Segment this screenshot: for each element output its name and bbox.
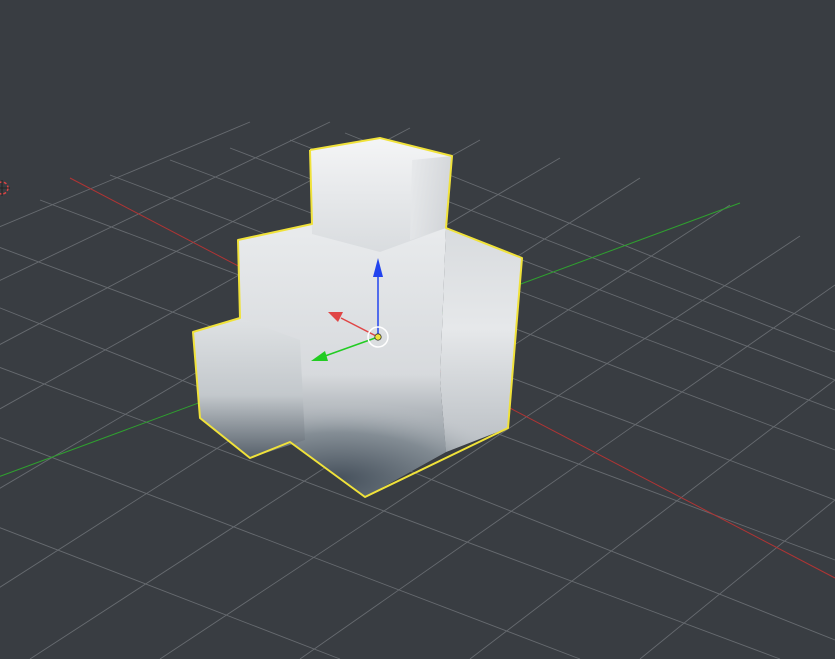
viewport-canvas[interactable] <box>0 0 835 659</box>
3d-cursor-icon[interactable] <box>0 180 10 196</box>
selected-mesh-object[interactable] <box>192 137 523 498</box>
3d-viewport[interactable] <box>0 0 835 659</box>
origin-point-icon <box>374 333 382 341</box>
